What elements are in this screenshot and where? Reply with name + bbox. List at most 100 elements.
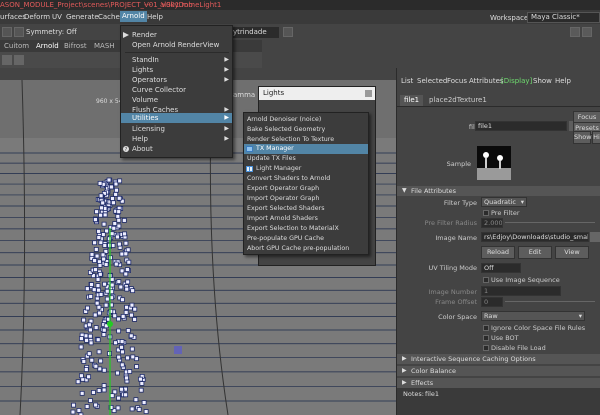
filter-type-select[interactable]: Quadratic ▾ bbox=[481, 197, 527, 207]
menu-item-lights[interactable]: Lights ▶ bbox=[121, 65, 232, 75]
ae-menu-focus[interactable]: Focus bbox=[447, 77, 467, 85]
submenu-item-import-arnold-shaders[interactable]: Import Arnold Shaders bbox=[244, 214, 368, 224]
pre-filter-radius-field[interactable]: 2.000 bbox=[481, 218, 503, 228]
ae-tab-divider bbox=[397, 106, 600, 107]
sample-swatch[interactable] bbox=[477, 146, 511, 180]
scattered-cube bbox=[91, 390, 96, 395]
pre-filter-label: Pre Filter bbox=[491, 209, 520, 217]
ae-menu-help[interactable]: Help bbox=[555, 77, 571, 85]
menu-item-help[interactable]: Help ▶ bbox=[121, 134, 232, 144]
menu-cache[interactable]: Cache bbox=[98, 13, 120, 21]
symmetry-status[interactable]: Symmetry: Off bbox=[26, 28, 77, 36]
pre-filter-checkbox[interactable] bbox=[483, 210, 489, 216]
edit-button[interactable]: Edit bbox=[518, 246, 552, 259]
toolbar-layout-icon[interactable] bbox=[570, 27, 580, 37]
uv-tiling-select[interactable]: Off bbox=[481, 263, 521, 273]
submenu-item-export-selected-shaders[interactable]: Export Selected Shaders bbox=[244, 204, 368, 214]
show-button[interactable]: Show bbox=[573, 131, 592, 144]
menu-item-open-renderview[interactable]: Open Arnold RenderView bbox=[121, 40, 232, 50]
shelf-tab-custom[interactable]: Cuitom bbox=[4, 42, 29, 50]
menu-help[interactable]: Help bbox=[147, 13, 163, 21]
folder-icon[interactable] bbox=[590, 232, 600, 242]
scattered-cube bbox=[113, 191, 119, 197]
section-effects[interactable]: ▶ Effects bbox=[397, 378, 600, 388]
toolbar-render-icon[interactable] bbox=[283, 27, 293, 37]
shelf-icon[interactable] bbox=[2, 55, 12, 65]
submenu-item-import-operator-graph[interactable]: Import Operator Graph bbox=[244, 194, 368, 204]
use-bot-checkbox[interactable] bbox=[483, 335, 489, 341]
filter-type-value: Quadratic bbox=[484, 198, 516, 206]
disable-file-load-checkbox[interactable] bbox=[483, 345, 489, 351]
use-image-sequence-checkbox[interactable] bbox=[483, 277, 489, 283]
scattered-cube bbox=[97, 271, 103, 277]
scattered-cube bbox=[92, 240, 98, 246]
ae-tab-place2dtexture[interactable]: place2dTexture1 bbox=[425, 95, 491, 106]
submenu-item-denoiser[interactable]: Arnold Denoiser (noice) bbox=[244, 115, 368, 125]
scattered-cube bbox=[116, 279, 122, 285]
menu-item-utilities[interactable]: Utilities ▶ bbox=[121, 113, 232, 123]
pre-filter-radius-slider[interactable] bbox=[505, 222, 595, 223]
menu-surfaces[interactable]: urfaces bbox=[0, 13, 26, 21]
submenu-item-prepopulate-gpu-cache[interactable]: Pre-populate GPU Cache bbox=[244, 234, 368, 244]
submenu-item-light-manager[interactable]: Light Manager bbox=[244, 164, 368, 174]
ae-menu-list[interactable]: List bbox=[401, 77, 413, 85]
notes-area[interactable]: Notes: file1 bbox=[397, 388, 600, 415]
ae-menu-selected[interactable]: Selected bbox=[417, 77, 447, 85]
menu-generate[interactable]: Generate bbox=[66, 13, 99, 21]
section-interactive-caching[interactable]: ▶ Interactive Sequence Caching Options bbox=[397, 354, 600, 364]
color-space-select[interactable]: Raw ▾ bbox=[481, 311, 585, 321]
menu-uv[interactable]: UV bbox=[52, 13, 62, 21]
submenu-item-bake-geometry[interactable]: Bake Selected Geometry bbox=[244, 125, 368, 135]
scattered-cube bbox=[116, 217, 122, 223]
menu-item-about[interactable]: ? About bbox=[121, 144, 232, 154]
menu-item-render[interactable]: Render bbox=[121, 30, 232, 40]
menu-item-curve-collector[interactable]: Curve Collector bbox=[121, 85, 232, 95]
submenu-item-export-materialx[interactable]: Export Selection to MaterialX bbox=[244, 224, 368, 234]
menu-item-label: Lights bbox=[132, 66, 154, 74]
reload-button[interactable]: Reload bbox=[481, 246, 515, 259]
file-name-field[interactable]: file1 bbox=[475, 121, 567, 131]
menu-item-standin[interactable]: StandIn ▶ bbox=[121, 55, 232, 65]
object-name-field[interactable]: ytrindade bbox=[231, 27, 279, 38]
menu-deform[interactable]: Deform bbox=[24, 13, 50, 21]
window-close-icon[interactable] bbox=[365, 90, 372, 97]
submenu-item-export-operator-graph[interactable]: Export Operator Graph bbox=[244, 184, 368, 194]
submenu-item-abort-gpu-cache[interactable]: Abort GPU Cache pre-population bbox=[244, 244, 368, 254]
workspace-select[interactable]: Maya Classic* bbox=[527, 12, 600, 23]
image-number-field[interactable]: 1 bbox=[481, 286, 561, 296]
submenu-item-convert-shaders[interactable]: Convert Shaders to Arnold bbox=[244, 174, 368, 184]
utilities-submenu: Arnold Denoiser (noice) Bake Selected Ge… bbox=[243, 112, 369, 255]
ae-tab-file1[interactable]: file1 bbox=[400, 95, 424, 106]
shelf-tab-arnold[interactable]: Arnold bbox=[36, 42, 59, 50]
section-color-balance[interactable]: ▶ Color Balance bbox=[397, 366, 600, 376]
submenu-item-tx-manager[interactable]: TX Manager bbox=[244, 144, 368, 154]
scattered-cube bbox=[141, 400, 147, 405]
menu-item-operators[interactable]: Operators ▶ bbox=[121, 75, 232, 85]
ae-menu-attributes[interactable]: Attributes bbox=[469, 77, 504, 85]
submenu-item-label: Export Operator Graph bbox=[247, 185, 320, 192]
ae-menu-display[interactable]: [Display] bbox=[501, 77, 532, 85]
section-file-attributes[interactable]: ▼ File Attributes bbox=[397, 186, 600, 196]
toolbar-tool-icon[interactable] bbox=[2, 27, 12, 37]
menu-item-label: Open Arnold RenderView bbox=[132, 41, 220, 49]
shelf-tab-mash[interactable]: MASH bbox=[94, 42, 115, 50]
ae-menu-show[interactable]: Show bbox=[533, 77, 552, 85]
menu-item-volume[interactable]: Volume bbox=[121, 95, 232, 105]
shelf-tab-bifrost[interactable]: Bifrost bbox=[64, 42, 87, 50]
menu-item-licensing[interactable]: Licensing ▶ bbox=[121, 124, 232, 134]
toolbar-layout-icon[interactable] bbox=[582, 27, 592, 37]
scattered-cube bbox=[113, 261, 119, 267]
frame-offset-slider[interactable] bbox=[505, 301, 595, 302]
scattered-cube bbox=[106, 177, 112, 183]
menu-arnold[interactable]: Arnold bbox=[120, 11, 147, 22]
view-button[interactable]: View bbox=[555, 246, 589, 259]
scattered-cube bbox=[88, 340, 94, 346]
ignore-color-space-checkbox[interactable] bbox=[483, 325, 489, 331]
toolbar-tool-icon[interactable] bbox=[14, 27, 24, 37]
frame-offset-field[interactable]: 0 bbox=[481, 297, 503, 307]
scattered-cube bbox=[86, 322, 92, 328]
image-name-field[interactable]: rs\Edjoy\Downloads\studio_small_03_1k.hd… bbox=[481, 232, 589, 242]
hide-button[interactable]: Hi bbox=[592, 131, 600, 144]
submenu-item-update-tx[interactable]: Update TX Files bbox=[244, 154, 368, 164]
shelf-icon[interactable] bbox=[14, 55, 24, 65]
